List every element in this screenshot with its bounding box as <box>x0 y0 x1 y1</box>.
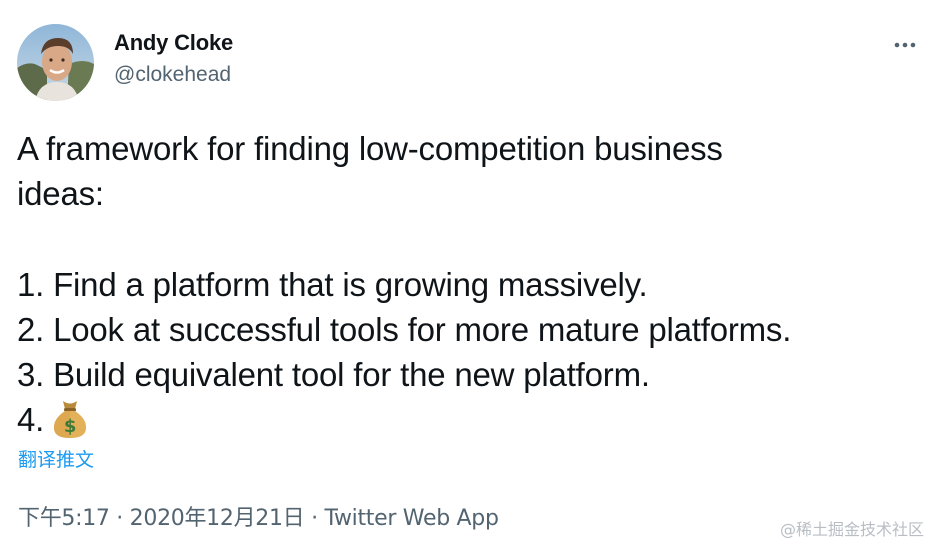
timestamp[interactable]: 下午5:17 · 2020年12月21日 <box>18 506 305 531</box>
source-app[interactable]: Twitter Web App <box>324 506 498 531</box>
tweet-text-line: A framework for finding low-competition … <box>17 130 723 167</box>
more-horizontal-icon <box>894 42 916 48</box>
tweet-text-line-last: 4. $ <box>17 397 917 442</box>
tweet-text: A framework for finding low-competition … <box>17 126 917 442</box>
tweet-text-line <box>17 216 917 262</box>
tweet-meta: 下午5:17 · 2020年12月21日 · Twitter Web App <box>18 500 499 532</box>
avatar-photo <box>17 24 94 101</box>
more-options-button[interactable] <box>888 30 922 60</box>
money-bag-icon: $ <box>50 397 90 450</box>
tweet-text-line: 1. Find a platform that is growing massi… <box>17 266 648 303</box>
author-name[interactable]: Andy Cloke <box>114 30 233 56</box>
author-handle[interactable]: @clokehead <box>114 63 231 87</box>
tweet-text-line: ideas: <box>17 175 104 212</box>
avatar[interactable] <box>17 24 94 101</box>
tweet-text-line: 2. Look at successful tools for more mat… <box>17 311 792 348</box>
svg-text:$: $ <box>64 416 76 437</box>
meta-separator: · <box>304 506 325 531</box>
watermark: @稀土掘金技术社区 <box>779 520 924 539</box>
translate-tweet-link[interactable]: 翻译推文 <box>18 445 94 472</box>
tweet-text-line: 3. Build equivalent tool for the new pla… <box>17 356 650 393</box>
tweet-card: Andy Cloke @clokehead A framework for fi… <box>0 0 936 554</box>
list-number: 4. <box>17 401 45 438</box>
